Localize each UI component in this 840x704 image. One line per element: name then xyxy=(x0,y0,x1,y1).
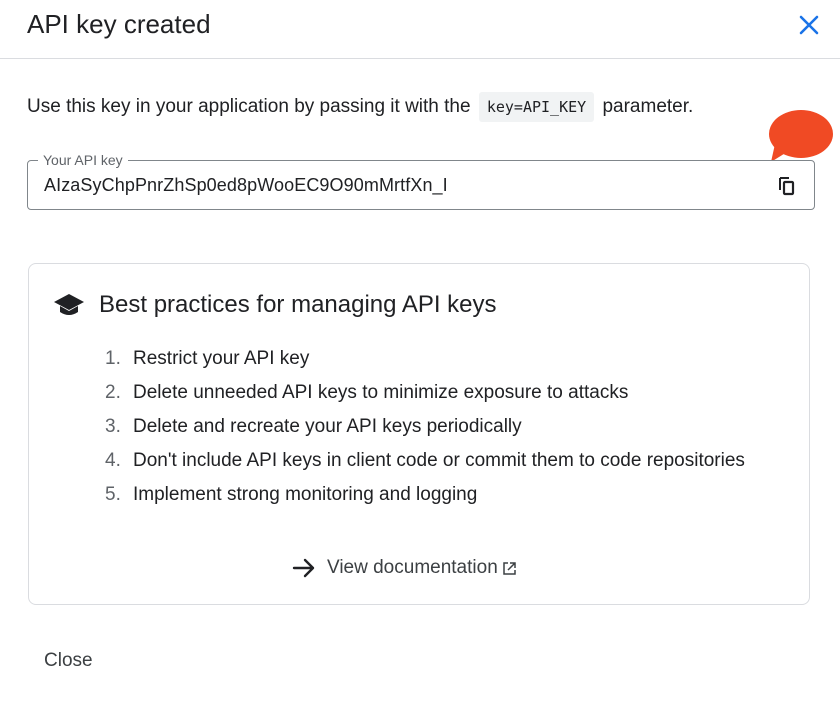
copy-icon xyxy=(779,177,795,196)
list-item-text: Don't include API keys in client code or… xyxy=(133,450,745,471)
api-key-field-label: Your API key xyxy=(38,151,128,169)
close-button[interactable]: Close xyxy=(32,643,105,679)
best-practices-card: Best practices for managing API keys 1. R… xyxy=(28,263,810,605)
api-key-value[interactable]: AIzaSyChpPnrZhSp0ed8pWooEC9O90mMrtfXn_I xyxy=(44,173,448,197)
list-item-number: 5. xyxy=(105,484,121,505)
dialog-title: API key created xyxy=(27,9,211,39)
view-documentation-link[interactable]: View documentation xyxy=(291,554,518,582)
list-item-text: Delete unneeded API keys to minimize exp… xyxy=(133,382,629,403)
list-item: 4. Don't include API keys in client code … xyxy=(105,444,745,478)
list-item-number: 3. xyxy=(105,416,121,437)
list-item-number: 4. xyxy=(105,450,121,471)
api-key-field[interactable]: Your API key AIzaSyChpPnrZhSp0ed8pWooEC9… xyxy=(27,151,815,210)
list-item: 5. Implement strong monitoring and loggin… xyxy=(105,478,745,512)
list-item-text: Restrict your API key xyxy=(133,348,310,369)
list-item: 2. Delete unneeded API keys to minimize e… xyxy=(105,376,745,410)
dialog-header: API key created xyxy=(0,0,840,59)
intro-text: Use this key in your application by pass… xyxy=(27,90,693,124)
list-item-number: 2. xyxy=(105,382,121,403)
arrow-forward-icon xyxy=(291,555,317,581)
list-item-number: 1. xyxy=(105,348,121,369)
best-practices-header: Best practices for managing API keys xyxy=(53,290,497,320)
list-item: 1. Restrict your API key xyxy=(105,342,745,376)
list-item: 3. Delete and recreate your API keys peri… xyxy=(105,410,745,444)
api-key-dialog: API key created Use this key in your app… xyxy=(0,0,840,704)
open-in-new-icon xyxy=(502,560,518,576)
school-icon xyxy=(53,291,87,319)
intro-text-after: parameter. xyxy=(597,96,694,117)
close-icon xyxy=(799,15,819,35)
view-documentation-label[interactable]: View documentation xyxy=(327,554,498,582)
copy-api-key-button[interactable] xyxy=(774,173,800,199)
best-practices-list: 1. Restrict your API key 2. Delete unneede… xyxy=(105,342,745,512)
list-item-text: Implement strong monitoring and logging xyxy=(133,484,478,505)
close-dialog-button[interactable] xyxy=(794,10,824,40)
annotation-marker xyxy=(769,110,833,160)
best-practices-title: Best practices for managing API keys xyxy=(99,291,497,318)
intro-text-before: Use this key in your application by pass… xyxy=(27,96,476,117)
intro-code: key=API_KEY xyxy=(478,92,595,122)
list-item-text: Delete and recreate your API keys period… xyxy=(133,416,522,437)
